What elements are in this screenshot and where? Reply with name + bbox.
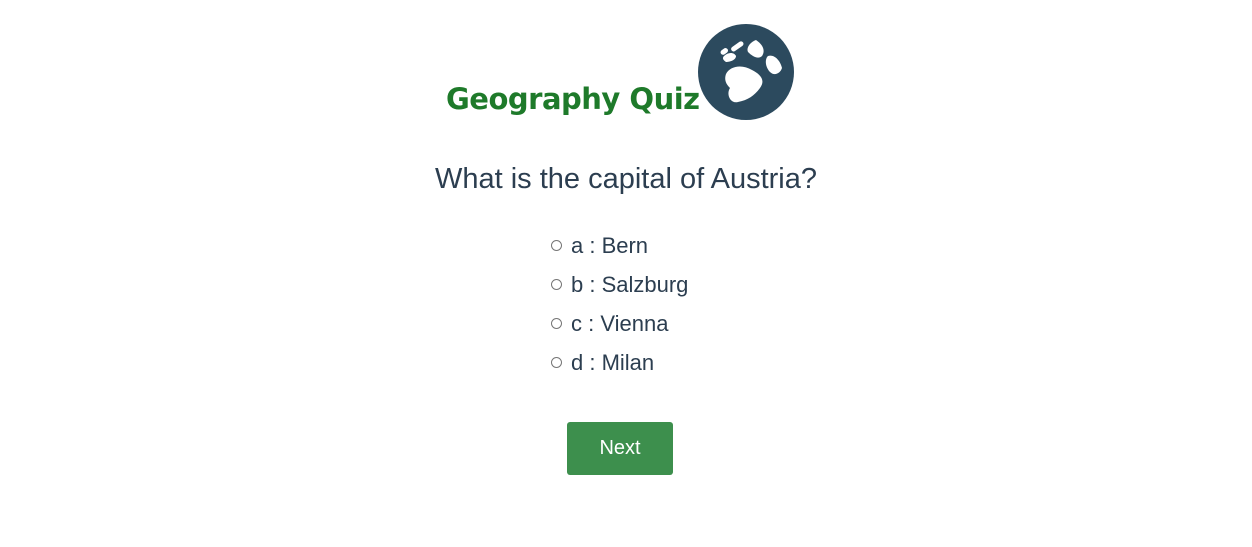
- globe-icon: [698, 24, 794, 120]
- quiz-page: Geography Quiz What is the capital of Au…: [0, 0, 1252, 547]
- option-d[interactable]: d : Milan: [551, 343, 751, 382]
- option-a[interactable]: a : Bern: [551, 226, 751, 265]
- quiz-header: Geography Quiz: [446, 22, 798, 122]
- quiz-title: Geography Quiz: [446, 82, 700, 116]
- option-c[interactable]: c : Vienna: [551, 304, 751, 343]
- next-button[interactable]: Next: [567, 422, 673, 475]
- radio-button[interactable]: [551, 279, 562, 290]
- option-b[interactable]: b : Salzburg: [551, 265, 751, 304]
- option-label: c : Vienna: [571, 310, 669, 336]
- question-text: What is the capital of Austria?: [434, 163, 818, 195]
- option-label: b : Salzburg: [571, 271, 689, 297]
- option-label: d : Milan: [571, 349, 655, 375]
- radio-button[interactable]: [551, 318, 562, 329]
- option-label: a : Bern: [571, 232, 649, 258]
- answer-options: a : Bern b : Salzburg c : Vienna d : Mil…: [551, 226, 751, 382]
- radio-button[interactable]: [551, 357, 562, 368]
- radio-button[interactable]: [551, 240, 562, 251]
